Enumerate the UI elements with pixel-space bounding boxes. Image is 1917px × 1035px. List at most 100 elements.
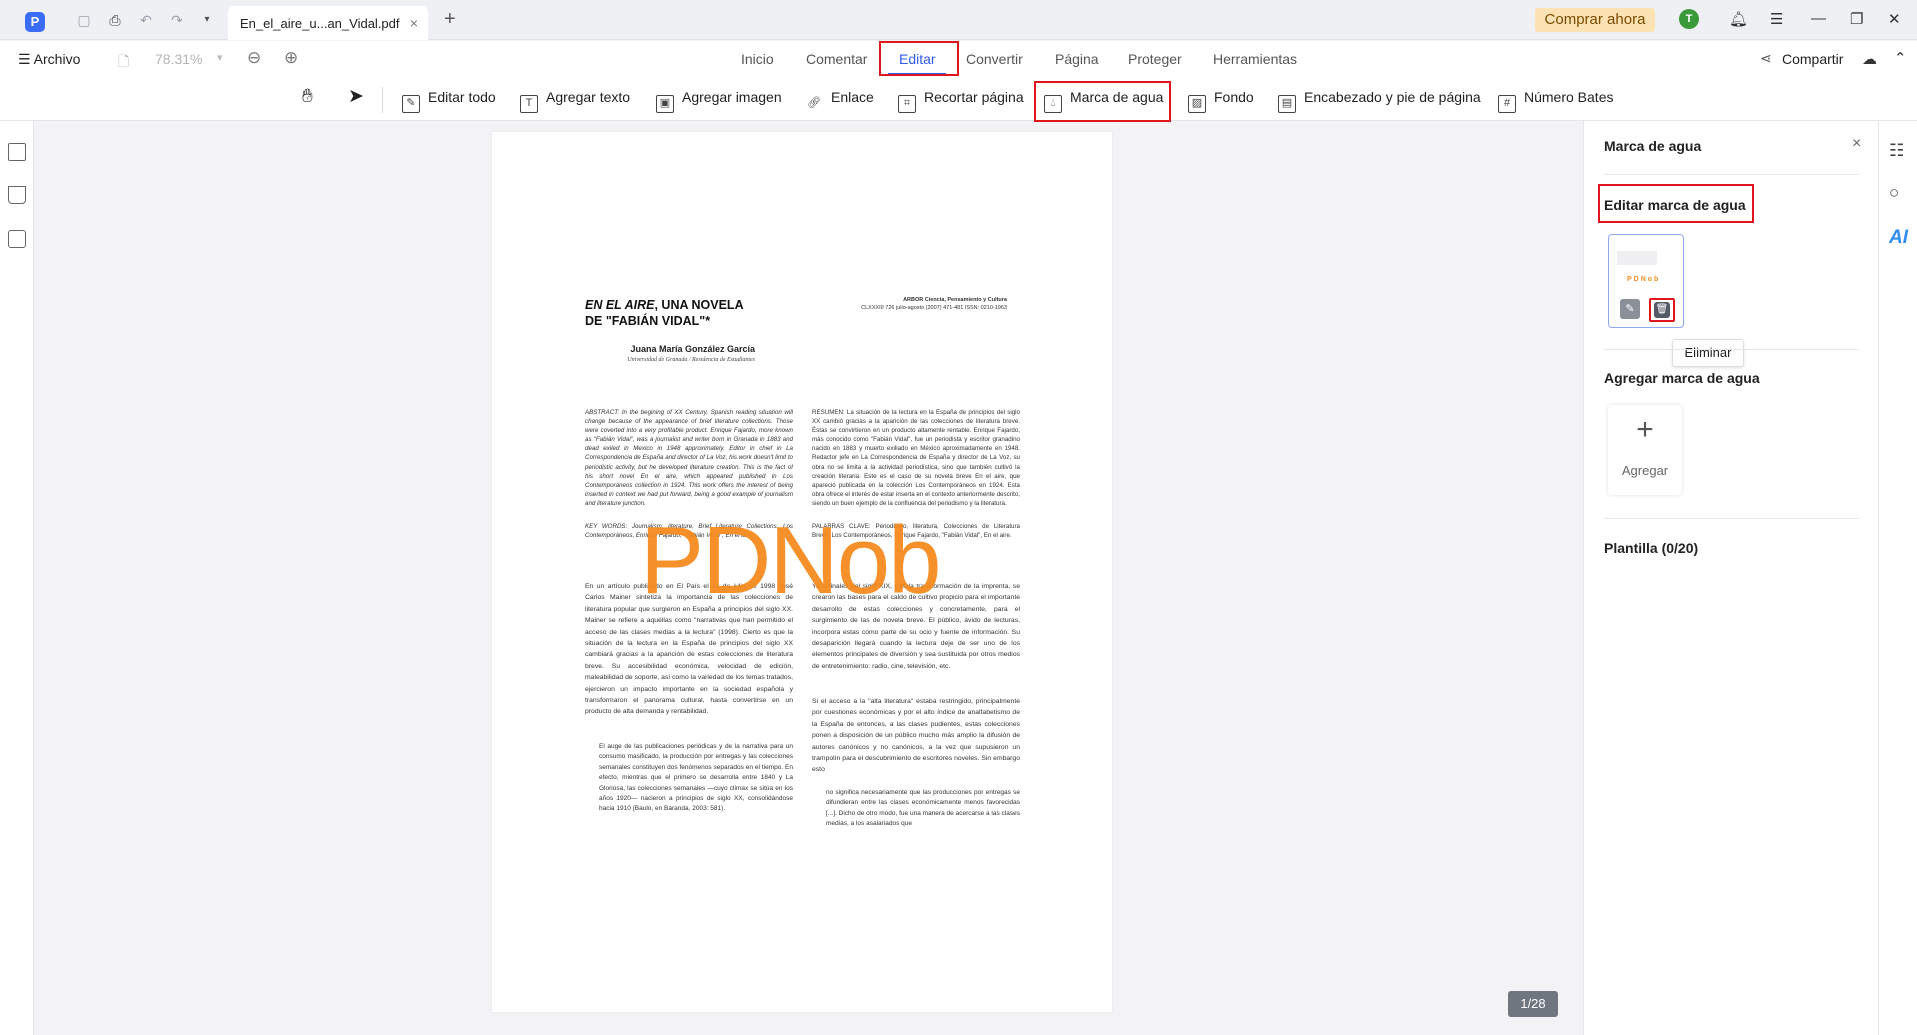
document-affiliation: Universidad de Granada / Residencia de E… [627, 357, 755, 363]
close-panel-icon[interactable]: × [1852, 135, 1861, 153]
link-icon: 🔗︎ [807, 97, 821, 109]
ai-assistant-icon[interactable]: AI [1889, 227, 1908, 249]
add-watermark-label: Agregar [1621, 463, 1669, 478]
add-image-button[interactable]: ▣ Agregar imagen [656, 89, 782, 113]
abstract-spanish: RESUMEN: La situación de la lectura en l… [812, 409, 1020, 507]
watermark-highlight-box [1034, 81, 1171, 122]
panel-title: Marca de agua [1604, 138, 1702, 154]
close-tab-icon[interactable]: × [410, 15, 418, 31]
document-title: EN EL AIRE, UNA NOVELA DE "FABIÁN VIDAL"… [585, 297, 785, 329]
zoom-out-icon[interactable]: ⊖ [247, 48, 261, 68]
avatar[interactable]: T [1679, 9, 1699, 29]
add-watermark-heading: Agregar marca de agua [1604, 370, 1760, 386]
select-tool-icon[interactable]: ➤ [348, 85, 364, 108]
zoom-dropdown-icon[interactable]: ▾ [217, 51, 223, 64]
page-fit-icon[interactable]: 🗋︎ [118, 51, 129, 75]
pdf-page[interactable]: EN EL AIRE, UNA NOVELA DE "FABIÁN VIDAL"… [492, 132, 1112, 1012]
document-tab[interactable]: En_el_aire_u...an_Vidal.pdf × [228, 6, 428, 40]
file-menu[interactable]: ☰ Archivo [18, 51, 80, 68]
add-text-icon: T [520, 95, 538, 113]
background-label: Fondo [1214, 89, 1254, 105]
share-icon[interactable]: ⋖ [1760, 50, 1772, 67]
delete-tooltip: Eliminar [1672, 339, 1744, 367]
panel-divider [1604, 349, 1859, 350]
panel-divider [1604, 174, 1859, 175]
tab-convertir[interactable]: Convertir [966, 51, 1023, 67]
new-tab-button[interactable]: + [444, 8, 456, 31]
watermark-panel: Marca de agua × Editar marca de agua PDN… [1583, 121, 1878, 1035]
thumbnails-icon[interactable] [8, 143, 26, 161]
properties-icon[interactable]: ☷ [1889, 141, 1904, 161]
save-icon[interactable]: ▢ [76, 12, 92, 28]
watermark-text[interactable]: PDNob [640, 513, 941, 609]
zoom-level[interactable]: 78.31% [155, 51, 202, 67]
header-footer-button[interactable]: ▤ Encabezado y pie de página [1278, 89, 1481, 113]
background-icon: ▨ [1188, 95, 1206, 113]
link-label: Enlace [831, 89, 874, 105]
quote-right-column: no significa necesariamente que las prod… [826, 789, 1020, 828]
edit-all-label: Editar todo [428, 89, 496, 105]
thumbnail-watermark-text: PDNob [1627, 276, 1661, 283]
bookmark-icon[interactable] [8, 186, 26, 204]
crop-page-button[interactable]: ⌗ Recortar página [898, 89, 1024, 113]
add-text-label: Agregar texto [546, 89, 631, 105]
menu-bar: ☰ Archivo 🗋︎ 78.31% ▾ ⊖ ⊕ Inicio Comenta… [0, 41, 1917, 79]
share-button[interactable]: Compartir [1782, 51, 1843, 67]
bates-number-button[interactable]: # Número Bates [1498, 89, 1613, 113]
close-window-icon[interactable]: ✕ [1888, 10, 1901, 28]
plus-icon: + [1636, 413, 1654, 446]
thumbnail-page-preview [1617, 251, 1657, 265]
minimize-icon[interactable]: — [1811, 10, 1826, 27]
buy-now-button[interactable]: Comprar ahora [1535, 8, 1655, 32]
edit-watermark-icon[interactable]: ✎ [1620, 299, 1640, 319]
header-footer-label: Encabezado y pie de página [1304, 89, 1481, 105]
panel-divider [1604, 518, 1859, 519]
tab-proteger[interactable]: Proteger [1128, 51, 1182, 67]
background-button[interactable]: ▨ Fondo [1188, 89, 1254, 113]
tab-comentar[interactable]: Comentar [806, 51, 867, 67]
tab-pagina[interactable]: Página [1055, 51, 1099, 67]
edit-watermark-highlight-box [1598, 184, 1754, 223]
header-footer-icon: ▤ [1278, 95, 1296, 113]
document-tab-title: En_el_aire_u...an_Vidal.pdf [240, 16, 400, 31]
add-text-button[interactable]: T Agregar texto [520, 89, 630, 113]
template-heading: Plantilla (0/20) [1604, 540, 1699, 556]
watermark-thumbnail[interactable]: PDNob ✎ 🗑︎ [1608, 234, 1684, 328]
delete-watermark-button[interactable]: 🗑︎ [1649, 298, 1675, 322]
link-button[interactable]: 🔗︎ Enlace [805, 89, 874, 114]
editar-highlight-box [879, 41, 959, 76]
app-logo-icon: P [25, 12, 45, 32]
abstract-english: ABSTRACT: In the begining of XX Century,… [585, 409, 793, 507]
restore-icon[interactable]: ❐ [1850, 10, 1863, 28]
document-title-line2: DE "FABIÁN VIDAL"* [585, 314, 711, 328]
hand-tool-icon[interactable]: ✋︎ [302, 86, 313, 108]
quick-access-dropdown-icon[interactable]: ▾ [199, 12, 215, 28]
tab-herramientas[interactable]: Herramientas [1213, 51, 1297, 67]
comment-icon[interactable] [8, 230, 26, 248]
edit-all-icon: ✎ [402, 95, 420, 113]
document-title-rest: , UNA NOVELA [654, 298, 744, 312]
left-sidebar [0, 121, 34, 1035]
journal-line1: ARBOR Ciencia, Pensamiento y Cultura [903, 297, 1007, 303]
tab-inicio[interactable]: Inicio [741, 51, 774, 67]
edit-all-button[interactable]: ✎ Editar todo [402, 89, 496, 113]
right-sidebar: ☷ ○ AI [1878, 121, 1917, 1035]
add-image-label: Agregar imagen [682, 89, 782, 105]
cloud-upload-icon[interactable]: ☁ [1862, 50, 1877, 68]
add-watermark-button[interactable]: + Agregar [1608, 405, 1682, 495]
redo-icon[interactable]: ↷ [169, 12, 185, 28]
trash-icon: 🗑︎ [1654, 302, 1670, 318]
page-indicator[interactable]: 1/28 [1508, 991, 1558, 1017]
journal-line2: CLXXXIII 726 julio-agosto (2007) 471-481… [861, 305, 1007, 311]
quote-left-column: El auge de las publicaciones periódicas … [599, 743, 793, 813]
search-icon[interactable]: ○ [1889, 183, 1899, 203]
print-icon[interactable]: ⎙ [107, 12, 123, 28]
zoom-in-icon[interactable]: ⊕ [284, 48, 298, 68]
collapse-ribbon-icon[interactable]: ⌃ [1894, 49, 1907, 67]
bell-icon[interactable]: 🔔︎ [1729, 10, 1748, 28]
add-image-icon: ▣ [656, 95, 674, 113]
document-author: Juana María González García [630, 344, 755, 354]
undo-icon[interactable]: ↶ [138, 12, 154, 28]
hamburger-menu-icon[interactable]: ☰ [1770, 10, 1783, 28]
document-title-italic: EN EL AIRE [585, 298, 655, 312]
